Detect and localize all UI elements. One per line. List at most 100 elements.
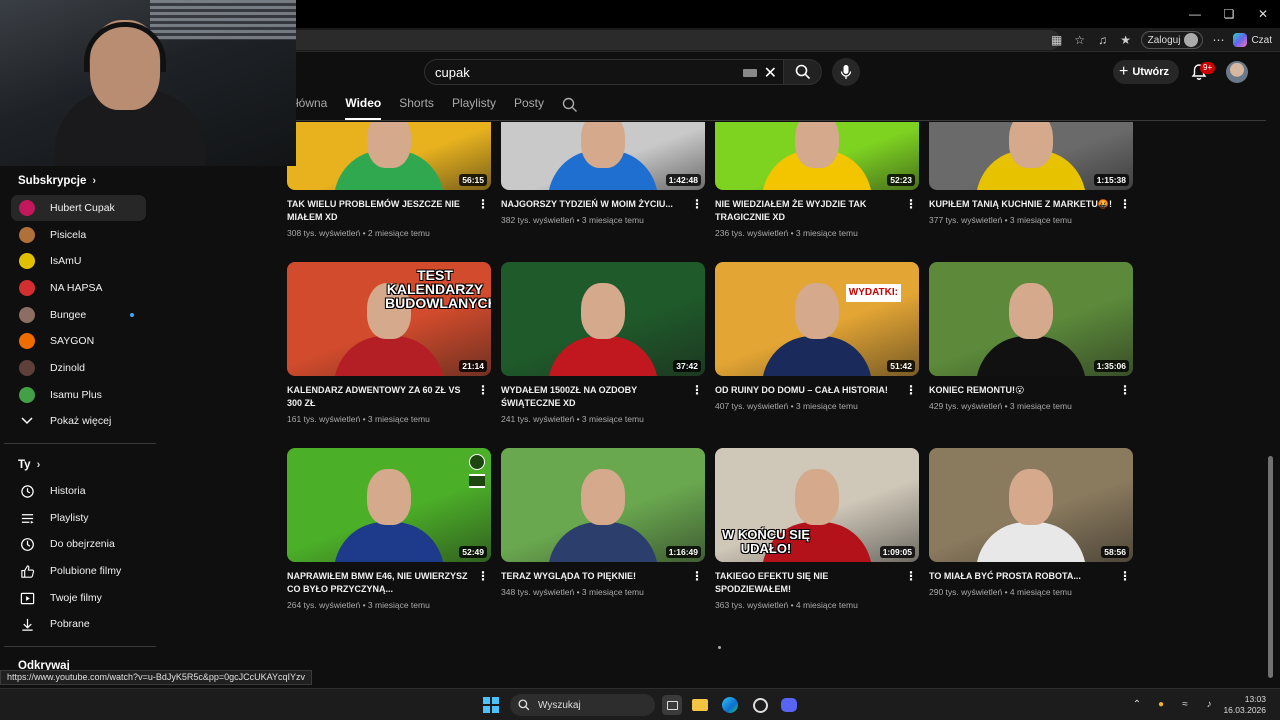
video-card[interactable]: 37:42 WYDAŁEM 1500ZŁ NA OZDOBY ŚWIĄTECZNE…	[501, 262, 705, 424]
video-thumbnail[interactable]: W KOŃCU SIĘ UDAŁO! 1:09:05	[715, 448, 919, 562]
file-explorer-icon[interactable]	[690, 695, 710, 715]
video-thumbnail[interactable]: TEST KALENDARZY BUDOWLANYCH 21:14	[287, 262, 491, 376]
video-card[interactable]: TEST KALENDARZY BUDOWLANYCH 21:14 KALENDAR…	[287, 262, 491, 424]
tab-posts[interactable]: Posty	[514, 96, 554, 120]
video-title-wrap[interactable]: TAK WIELU PROBLEMÓW JESZCZE NIE MIAŁEM X…	[287, 198, 491, 224]
sidebar-item-your-videos[interactable]: Twoje filmy	[11, 585, 146, 611]
video-card[interactable]: W KOŃCU SIĘ UDAŁO! 1:09:05 TAKIEGO EFEKTU …	[715, 448, 919, 610]
sidebar-item-liked[interactable]: Polubione filmy	[11, 558, 146, 584]
sidebar-item-history[interactable]: Historia	[11, 478, 146, 504]
more-options-icon[interactable]: ⋮	[691, 384, 703, 396]
tab-playlists[interactable]: Playlisty	[452, 96, 506, 120]
video-title-wrap[interactable]: KUPIŁEM TANIĄ KUCHNIE Z MARKETU🤬! ⋮	[929, 198, 1133, 211]
windows-start-icon[interactable]	[483, 697, 499, 713]
video-title[interactable]: TAK WIELU PROBLEMÓW JESZCZE NIE MIAŁEM X…	[287, 199, 460, 222]
sidebar-item-isamu[interactable]: IsAmU	[11, 248, 146, 274]
video-thumbnail[interactable]: 1:42:48	[501, 122, 705, 190]
sidebar-item-pisicela[interactable]: Pisicela	[11, 222, 146, 248]
video-title[interactable]: TO MIAŁA BYĆ PROSTA ROBOTA...	[929, 571, 1081, 581]
watch-later-icon[interactable]	[469, 454, 485, 470]
more-options-icon[interactable]: ⋮	[691, 198, 703, 210]
video-title-wrap[interactable]: KALENDARZ ADWENTOWY ZA 60 ZŁ VS 300 ZŁ ⋮	[287, 384, 491, 410]
favorites-icon[interactable]: ★	[1118, 32, 1134, 48]
scrollbar-thumb[interactable]	[1268, 456, 1273, 678]
address-field[interactable]	[280, 30, 1060, 50]
show-more-button[interactable]: Pokaż więcej	[11, 408, 146, 434]
more-options-icon[interactable]: ⋮	[905, 570, 917, 582]
video-title[interactable]: NAJGORSZY TYDZIEŃ W MOIM ŻYCIU...	[501, 199, 673, 209]
video-thumbnail[interactable]: WYDATKI: 51:42	[715, 262, 919, 376]
account-avatar[interactable]	[1226, 61, 1248, 83]
keyboard-icon[interactable]	[743, 69, 757, 77]
video-thumbnail[interactable]: 37:42	[501, 262, 705, 376]
search-input[interactable]: cupak ✕	[424, 59, 784, 85]
clear-search-icon[interactable]: ✕	[764, 63, 777, 83]
create-button[interactable]: + Utwórz	[1113, 60, 1180, 84]
video-title-wrap[interactable]: NAJGORSZY TYDZIEŃ W MOIM ŻYCIU... ⋮	[501, 198, 705, 211]
video-title[interactable]: KALENDARZ ADWENTOWY ZA 60 ZŁ VS 300 ZŁ	[287, 385, 461, 408]
login-button[interactable]: Zaloguj	[1140, 31, 1204, 49]
video-card[interactable]: 58:56 TO MIAŁA BYĆ PROSTA ROBOTA... ⋮ 290 t…	[929, 448, 1133, 597]
video-card[interactable]: 1:35:06 KONIEC REMONTU!😮 ⋮ 429 tys. wyświet…	[929, 262, 1133, 411]
more-options-icon[interactable]: ⋮	[1119, 384, 1131, 396]
video-card[interactable]: WYDATKI: 51:42 OD RUINY DO DOMU – CAŁA HIS…	[715, 262, 919, 411]
discord-icon[interactable]	[779, 695, 799, 715]
volume-icon[interactable]: ♪	[1202, 697, 1216, 711]
video-card[interactable]: 1:42:48 NAJGORSZY TYDZIEŃ W MOIM ŻYCIU...…	[501, 122, 705, 225]
video-card[interactable]: 52:23 NIE WIEDZIAŁEM ŻE WYJDZIE TAK TRAGI…	[715, 122, 919, 238]
sidebar-item-downloads[interactable]: Pobrane	[11, 611, 146, 637]
channel-search-icon[interactable]	[562, 97, 578, 113]
chevron-up-icon[interactable]: ⌃	[1130, 697, 1144, 711]
video-title-wrap[interactable]: WYDAŁEM 1500ZŁ NA OZDOBY ŚWIĄTECZNE XD ⋮	[501, 384, 705, 410]
sidebar-item-saygon[interactable]: SAYGON	[11, 328, 146, 354]
search-button[interactable]	[784, 59, 822, 85]
video-title[interactable]: NIE WIEDZIAŁEM ŻE WYJDZIE TAK TRAGICZNIE…	[715, 199, 866, 222]
video-thumbnail[interactable]: 1:15:38	[929, 122, 1133, 190]
more-options-icon[interactable]: ⋮	[1119, 198, 1131, 210]
more-options-icon[interactable]: ⋮	[691, 570, 703, 582]
video-card[interactable]: 1:16:49 TERAZ WYGLĄDA TO PIĘKNIE! ⋮ 348 tys…	[501, 448, 705, 597]
more-options-icon[interactable]: ⋮	[905, 198, 917, 210]
close-icon[interactable]: ✕	[1246, 0, 1280, 28]
voice-search-button[interactable]	[832, 58, 860, 86]
tab-shorts[interactable]: Shorts	[399, 96, 444, 120]
more-options-icon[interactable]: ⋮	[477, 384, 489, 396]
video-thumbnail[interactable]: 52:49	[287, 448, 491, 562]
more-options-icon[interactable]: ⋮	[477, 570, 489, 582]
microphone-icon[interactable]: ●	[1154, 697, 1168, 711]
video-title[interactable]: TERAZ WYGLĄDA TO PIĘKNIE!	[501, 571, 636, 581]
video-title-wrap[interactable]: TERAZ WYGLĄDA TO PIĘKNIE! ⋮	[501, 570, 705, 583]
wifi-icon[interactable]: ≈	[1178, 697, 1192, 711]
copilot-chat-button[interactable]: Czat	[1233, 33, 1272, 47]
video-card[interactable]: 52:49 NAPRAWIŁEM BMW E46, NIE UWIERZYSZ C…	[287, 448, 491, 610]
taskbar-search[interactable]: Wyszukaj	[510, 694, 655, 716]
taskbar-clock[interactable]: 13:03 16.03.2026	[1223, 694, 1266, 716]
app-icon[interactable]	[750, 695, 770, 715]
sidebar-item-isamu-plus[interactable]: Isamu Plus	[11, 382, 146, 408]
maximize-icon[interactable]: ❏	[1212, 0, 1246, 28]
video-thumbnail[interactable]: 1:16:49	[501, 448, 705, 562]
video-title[interactable]: NAPRAWIŁEM BMW E46, NIE UWIERZYSZ CO BYŁ…	[287, 571, 468, 594]
tab-videos[interactable]: Wideo	[345, 96, 391, 120]
video-title-wrap[interactable]: KONIEC REMONTU!😮 ⋮	[929, 384, 1133, 397]
more-options-icon[interactable]: ⋮	[1119, 570, 1131, 582]
more-options-icon[interactable]: ⋮	[905, 384, 917, 396]
video-title[interactable]: TAKIEGO EFEKTU SIĘ NIE SPODZIEWAŁEM!	[715, 571, 828, 594]
more-options-icon[interactable]: ⋮	[477, 198, 489, 210]
sidebar-item-dzinold[interactable]: Dzinold	[11, 355, 146, 381]
video-card[interactable]: 1:15:38 KUPIŁEM TANIĄ KUCHNIE Z MARKETU🤬!…	[929, 122, 1133, 225]
video-title-wrap[interactable]: OD RUINY DO DOMU – CAŁA HISTORIA! ⋮	[715, 384, 919, 397]
edge-icon[interactable]	[720, 695, 740, 715]
minimize-icon[interactable]: —	[1178, 0, 1212, 28]
video-thumbnail[interactable]: 58:56	[929, 448, 1133, 562]
video-title-wrap[interactable]: TO MIAŁA BYĆ PROSTA ROBOTA... ⋮	[929, 570, 1133, 583]
more-icon[interactable]: ⋯	[1210, 32, 1226, 48]
video-title[interactable]: KUPIŁEM TANIĄ KUCHNIE Z MARKETU🤬!	[929, 199, 1112, 209]
subscriptions-heading[interactable]: Subskrypcje ›	[18, 175, 96, 187]
sidebar-item-watch-later[interactable]: Do obejrzenia	[11, 531, 146, 557]
apps-icon[interactable]: ▦	[1049, 32, 1065, 48]
task-view-icon[interactable]	[662, 695, 682, 715]
tab-home[interactable]: łówna	[296, 96, 337, 120]
sidebar-item-playlists[interactable]: Playlisty	[11, 505, 146, 531]
video-title-wrap[interactable]: NIE WIEDZIAŁEM ŻE WYJDZIE TAK TRAGICZNIE…	[715, 198, 919, 224]
